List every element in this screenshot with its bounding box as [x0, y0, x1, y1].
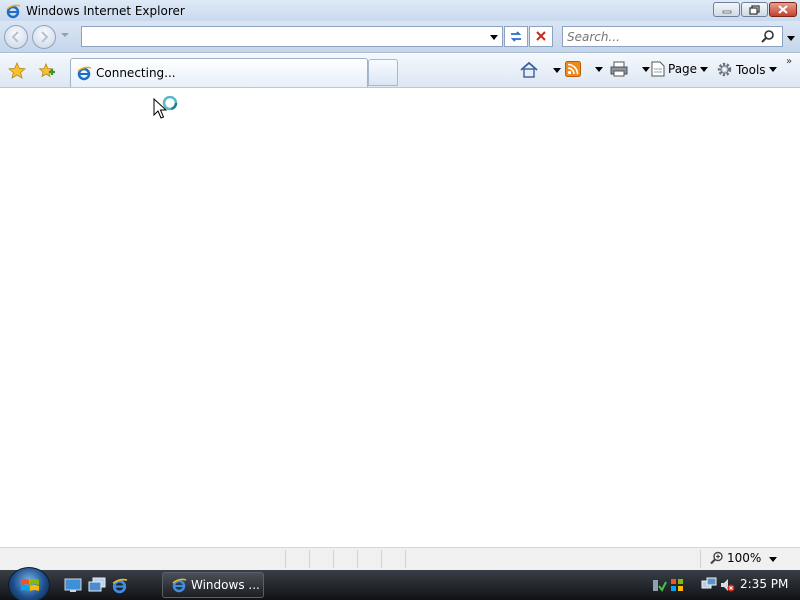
forward-icon [41, 31, 49, 43]
ie-icon[interactable] [111, 577, 128, 594]
switch-windows-icon[interactable] [88, 577, 106, 593]
home-icon [520, 61, 538, 78]
network-icon[interactable] [701, 577, 717, 593]
refresh-button[interactable] [504, 26, 528, 47]
tab-label: Connecting... [96, 66, 176, 80]
gear-icon [717, 62, 732, 77]
title-bar: Windows Internet Explorer [0, 0, 800, 21]
zoom-level: 100% [727, 551, 762, 565]
status-divider [357, 550, 358, 568]
close-icon [778, 5, 788, 14]
rss-feed-icon [565, 61, 581, 77]
print-button[interactable] [610, 61, 650, 77]
home-button[interactable] [519, 61, 561, 79]
page-content[interactable] [0, 89, 800, 547]
status-bar: 100% [0, 547, 800, 570]
tools-menu-dropdown[interactable] [768, 67, 777, 72]
taskbar-window-label: Windows ... [191, 578, 260, 592]
stop-button[interactable] [529, 26, 553, 47]
print-icon [610, 61, 628, 77]
status-divider [285, 550, 286, 568]
search-box[interactable] [562, 26, 783, 47]
print-dropdown[interactable] [642, 66, 650, 72]
new-tab-button[interactable] [368, 59, 398, 86]
status-divider [309, 550, 310, 568]
restore-icon [749, 4, 760, 15]
start-button[interactable] [8, 567, 50, 600]
search-options-dropdown[interactable] [787, 36, 795, 41]
windows-security-icon[interactable] [669, 577, 685, 593]
status-divider [333, 550, 334, 568]
command-bar: Connecting... Page Tools » [0, 54, 800, 88]
tools-menu-button[interactable]: Tools [716, 61, 777, 78]
page-menu-button[interactable]: Page [651, 61, 709, 77]
home-dropdown[interactable] [553, 67, 561, 73]
zoom-icon [710, 551, 723, 565]
navigation-bar [0, 21, 800, 53]
window-controls [713, 2, 797, 17]
volume-muted-icon[interactable] [719, 577, 735, 593]
more-commands-chevron-icon[interactable]: » [786, 56, 792, 67]
address-dropdown[interactable] [490, 35, 498, 40]
clock[interactable]: 2:35 PM [740, 577, 788, 591]
minimize-button[interactable] [713, 2, 740, 17]
zoom-control[interactable]: 100% [710, 551, 761, 565]
status-divider [405, 550, 406, 568]
safely-remove-hardware-icon[interactable] [651, 577, 667, 593]
status-divider [700, 550, 701, 568]
feeds-dropdown[interactable] [595, 66, 603, 72]
tools-menu-label: Tools [736, 62, 766, 77]
refresh-icon [510, 31, 522, 42]
status-divider [381, 550, 382, 568]
back-icon [11, 31, 19, 43]
page-menu-label: Page [668, 62, 698, 76]
window-title: Windows Internet Explorer [26, 3, 185, 18]
add-favorites-icon[interactable] [37, 62, 55, 80]
back-button[interactable] [4, 25, 28, 49]
windows-logo-icon [21, 579, 39, 591]
ie-icon [6, 4, 21, 18]
forward-button[interactable] [32, 25, 56, 49]
stop-icon [536, 31, 546, 41]
zoom-dropdown[interactable] [769, 557, 777, 562]
search-icon[interactable] [760, 29, 776, 45]
minimize-icon [722, 10, 731, 13]
page-icon [651, 61, 665, 77]
tab-current[interactable]: Connecting... [70, 58, 368, 87]
ie-icon [77, 66, 92, 81]
favorites-star-icon[interactable] [8, 62, 26, 80]
address-bar[interactable] [81, 26, 503, 47]
restore-button[interactable] [741, 2, 768, 17]
ie-icon [172, 578, 187, 593]
page-menu-dropdown[interactable] [700, 66, 709, 72]
close-button[interactable] [769, 2, 797, 17]
search-input[interactable] [563, 27, 753, 46]
busy-cursor-icon [153, 96, 178, 119]
recent-pages-dropdown[interactable] [61, 33, 69, 37]
taskbar: Windows ... 2:35 PM [0, 567, 800, 600]
taskbar-window-button[interactable]: Windows ... [162, 572, 264, 598]
feeds-button[interactable] [565, 61, 603, 77]
show-desktop-icon[interactable] [64, 577, 82, 593]
